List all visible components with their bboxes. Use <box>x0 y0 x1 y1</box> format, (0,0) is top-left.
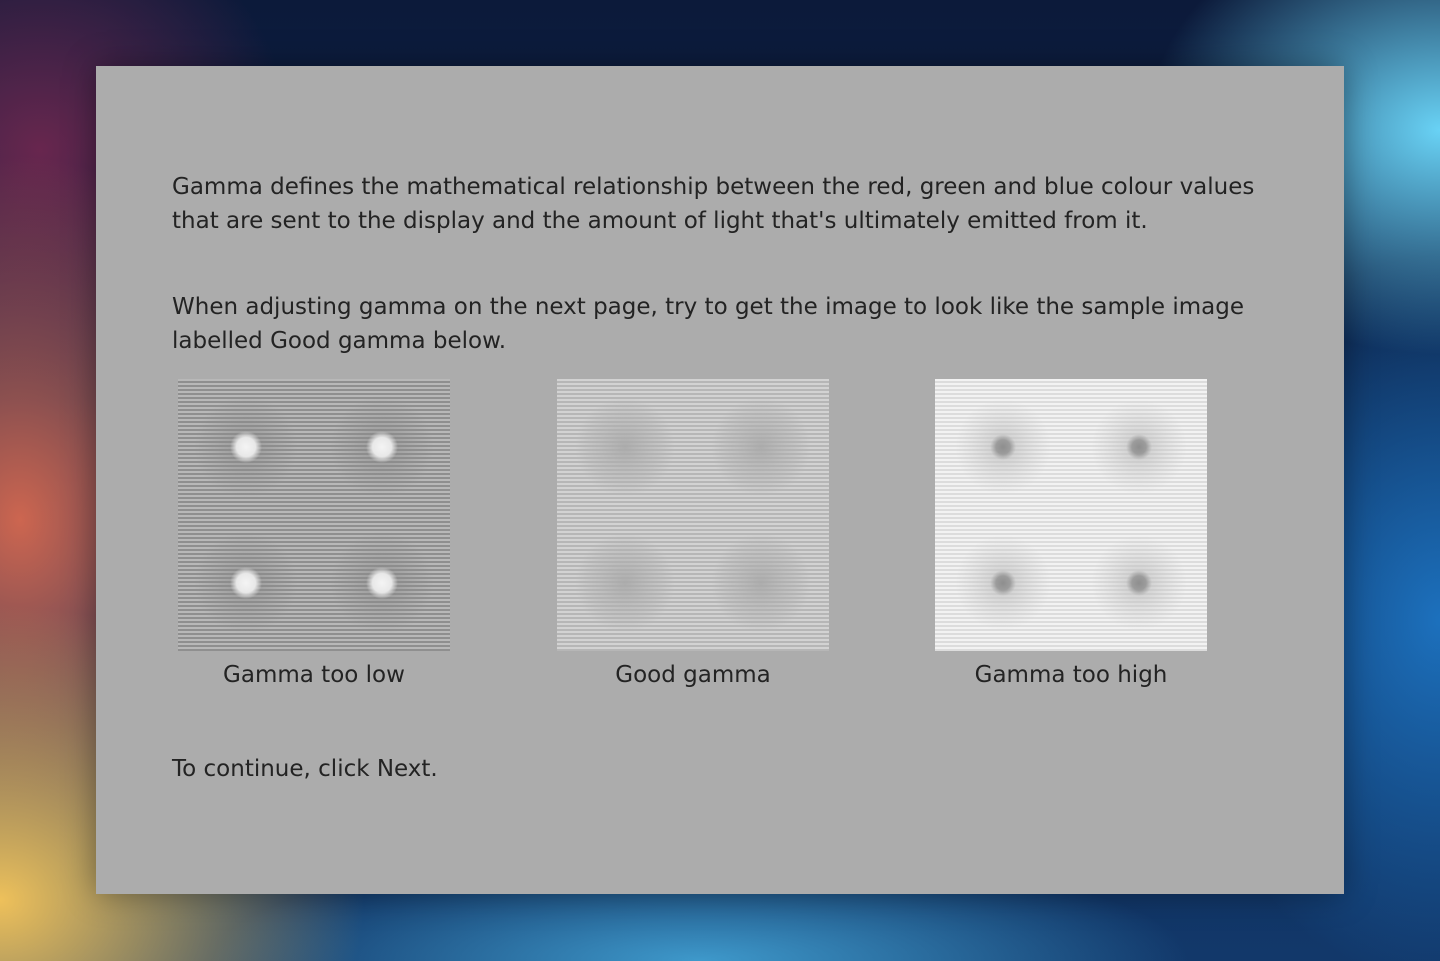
gamma-instructions-text: When adjusting gamma on the next page, t… <box>172 294 1244 354</box>
good-gamma-caption: Good gamma <box>615 662 771 688</box>
good-gamma-image <box>557 379 829 651</box>
gamma-samples: Gamma too low Good gamma Gamma too high <box>96 379 1344 699</box>
gamma-too-high-image <box>935 379 1207 651</box>
gamma-too-high-caption: Gamma too high <box>974 662 1168 688</box>
gamma-calibration-dialog: Gamma defines the mathematical relations… <box>96 66 1344 894</box>
sample-gamma-too-high: Gamma too high <box>935 379 1207 688</box>
sample-good-gamma: Good gamma <box>557 379 829 688</box>
continue-instruction-text: To continue, click Next. <box>172 756 438 782</box>
sample-gamma-too-low: Gamma too low <box>178 379 450 688</box>
gamma-too-low-image <box>178 379 450 651</box>
gamma-definition-text: Gamma defines the mathematical relations… <box>172 174 1255 234</box>
gamma-too-low-caption: Gamma too low <box>223 662 405 688</box>
